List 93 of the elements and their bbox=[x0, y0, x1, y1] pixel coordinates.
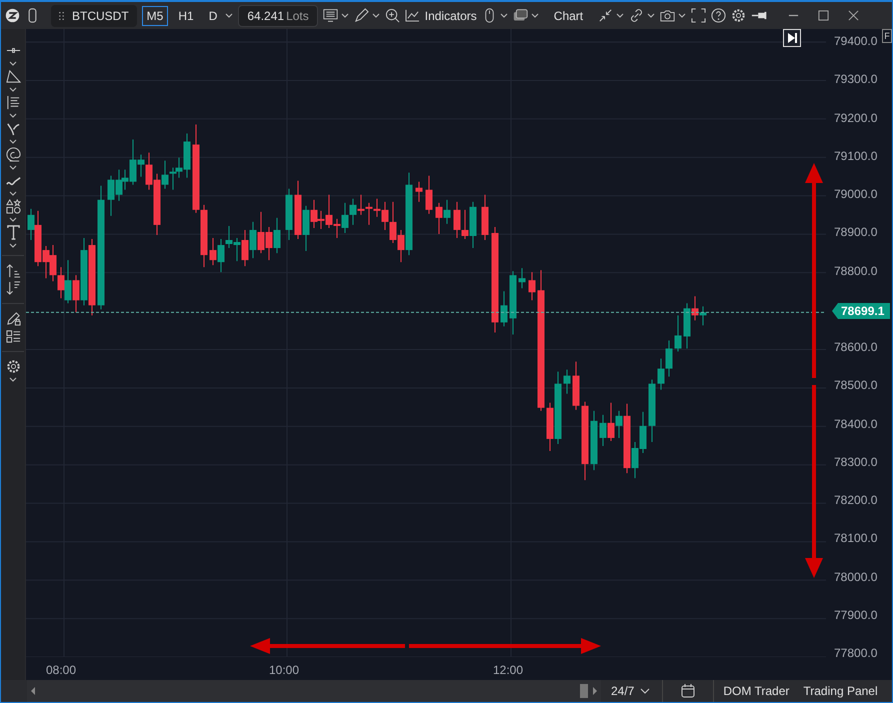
chevron-icon[interactable] bbox=[678, 13, 686, 18]
window-icon[interactable] bbox=[512, 8, 528, 23]
pencil-lock-icon[interactable] bbox=[6, 311, 20, 326]
candle bbox=[518, 268, 526, 289]
line-chart-icon bbox=[404, 9, 420, 22]
scrollbar-thumb[interactable] bbox=[580, 684, 588, 698]
candle bbox=[590, 410, 598, 471]
chevron-icon[interactable] bbox=[9, 191, 17, 196]
close-icon[interactable] bbox=[848, 10, 860, 21]
price-label: 79200.0 bbox=[834, 110, 878, 124]
timeframe-tab[interactable]: M5 bbox=[142, 6, 168, 26]
help-icon[interactable] bbox=[711, 8, 726, 23]
fullscreen-icon[interactable] bbox=[691, 8, 706, 23]
candle bbox=[416, 181, 422, 202]
chevron-icon[interactable] bbox=[9, 113, 17, 118]
chevron-icon[interactable] bbox=[340, 13, 349, 18]
price-label: 78100.0 bbox=[834, 531, 878, 546]
lots-field[interactable]: 64.241 Lots bbox=[238, 4, 318, 26]
calendar-icon[interactable] bbox=[681, 684, 696, 698]
chevron-icon[interactable] bbox=[500, 13, 508, 18]
chart-button[interactable]: Chart bbox=[554, 8, 584, 22]
symbol-button[interactable]: BTCUSDT bbox=[51, 4, 137, 26]
shapes-icon[interactable] bbox=[6, 199, 20, 214]
price-label: 79000.0 bbox=[834, 187, 878, 201]
price-label: 79400.0 bbox=[834, 34, 878, 48]
chevron-icon[interactable] bbox=[9, 61, 17, 66]
chevron-icon bbox=[640, 688, 650, 694]
price-label: 78600.0 bbox=[834, 340, 878, 354]
chevron-icon[interactable] bbox=[9, 243, 17, 248]
zoom-in-icon[interactable] bbox=[384, 8, 400, 23]
chevron-icon[interactable] bbox=[616, 13, 624, 18]
price-label: 78200.0 bbox=[834, 493, 878, 507]
price-label: 78400.0 bbox=[834, 416, 878, 430]
list-icon[interactable] bbox=[6, 329, 20, 344]
price-label: 79100.0 bbox=[834, 148, 878, 163]
shrink-icon[interactable] bbox=[598, 8, 614, 23]
candle bbox=[528, 272, 536, 301]
price-label: 77900.0 bbox=[834, 608, 878, 622]
maximize-icon[interactable] bbox=[818, 10, 830, 21]
chevron-icon[interactable] bbox=[9, 87, 17, 92]
session-dropdown[interactable]: 24/7 bbox=[601, 680, 660, 702]
time-label: 12:00 bbox=[493, 663, 524, 677]
fibonacci-icon[interactable] bbox=[6, 95, 20, 110]
candle bbox=[426, 175, 432, 214]
chevron-icon[interactable] bbox=[225, 13, 234, 18]
grip-icon bbox=[59, 10, 64, 20]
chevron-icon[interactable] bbox=[9, 165, 17, 170]
chevron-icon[interactable] bbox=[9, 139, 17, 144]
scroll-to-end-icon[interactable] bbox=[783, 29, 801, 47]
price-label: 78500.0 bbox=[834, 378, 878, 392]
auto-scale-button[interactable]: F bbox=[882, 29, 892, 43]
current-price-tag: 78699.1 bbox=[832, 303, 890, 319]
pencil-icon[interactable] bbox=[354, 8, 369, 23]
panel-button[interactable]: DOM Trader bbox=[716, 680, 796, 702]
price-label: 78900.0 bbox=[834, 225, 878, 240]
candle bbox=[482, 194, 488, 240]
candle bbox=[674, 314, 682, 352]
text-icon[interactable] bbox=[6, 225, 20, 240]
chevron-icon[interactable] bbox=[647, 13, 656, 18]
settings-icon[interactable] bbox=[6, 359, 20, 374]
price-label: 78800.0 bbox=[834, 264, 878, 278]
chevron-icon[interactable] bbox=[372, 13, 380, 18]
triangle-icon[interactable] bbox=[6, 69, 20, 84]
candle bbox=[286, 188, 292, 240]
spiral-icon[interactable] bbox=[6, 147, 20, 162]
time-label: 08:00 bbox=[46, 663, 76, 677]
chevron-icon[interactable] bbox=[530, 13, 539, 18]
scroll-left-icon[interactable] bbox=[31, 687, 36, 695]
settings-icon[interactable] bbox=[731, 8, 746, 23]
candle bbox=[510, 270, 516, 335]
sort-ascending-icon[interactable] bbox=[6, 263, 20, 278]
chevron-icon[interactable] bbox=[9, 377, 17, 382]
price-label: 79300.0 bbox=[834, 72, 878, 86]
monitor-icon[interactable] bbox=[322, 8, 338, 23]
price-label: 78300.0 bbox=[834, 454, 878, 469]
time-label: 10:00 bbox=[269, 663, 300, 677]
price-label: 78000.0 bbox=[834, 570, 878, 584]
candle bbox=[648, 379, 656, 442]
curve-icon[interactable] bbox=[6, 121, 20, 136]
candle bbox=[564, 369, 570, 394]
indicators-button[interactable]: Indicators bbox=[404, 8, 477, 22]
timeframe-tab[interactable]: D bbox=[204, 6, 222, 26]
link-icon[interactable] bbox=[629, 8, 644, 23]
timeframe-tab[interactable]: H1 bbox=[173, 6, 199, 26]
chevron-icon[interactable] bbox=[9, 217, 17, 222]
scroll-right-icon[interactable] bbox=[592, 687, 597, 695]
candle bbox=[500, 290, 508, 327]
panel-button[interactable]: Trading Panel bbox=[796, 680, 885, 702]
price-label: 77800.0 bbox=[834, 646, 878, 660]
camera-icon[interactable] bbox=[660, 8, 676, 23]
logo-icon[interactable] bbox=[5, 8, 20, 23]
candle bbox=[572, 361, 580, 410]
sort-descending-icon[interactable] bbox=[6, 281, 20, 296]
